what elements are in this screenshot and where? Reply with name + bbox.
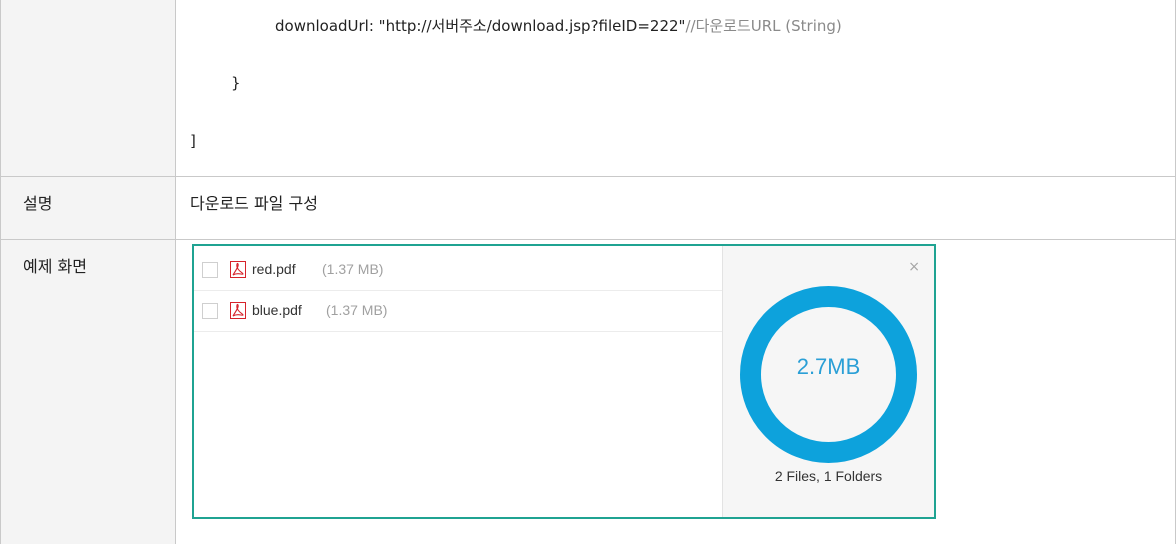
download-widget: red.pdf (1.37 MB) blue.pdf (1.37 MB) × 2… <box>192 244 936 519</box>
summary-panel: × 2.7MB 2 Files, 1 Folders <box>723 246 934 517</box>
example-label-cell: 예제 화면 <box>0 240 176 544</box>
file-size: (1.37 MB) <box>326 302 388 318</box>
code-line-download-url: downloadUrl: "http://서버주소/download.jsp?f… <box>275 15 842 36</box>
description-value-cell: 다운로드 파일 구성 <box>175 177 1176 239</box>
file-size: (1.37 MB) <box>322 261 384 277</box>
file-list-item[interactable]: blue.pdf (1.37 MB) <box>194 291 722 332</box>
code-line-close-brace: } <box>231 74 241 92</box>
file-list: red.pdf (1.37 MB) blue.pdf (1.37 MB) <box>194 246 723 517</box>
example-label: 예제 화면 <box>23 257 87 276</box>
code-text: downloadUrl: "http://서버주소/download.jsp?f… <box>275 17 686 35</box>
code-label-cell <box>0 0 176 176</box>
close-icon[interactable]: × <box>908 259 920 275</box>
code-row: downloadUrl: "http://서버주소/download.jsp?f… <box>0 0 1176 177</box>
file-name[interactable]: red.pdf <box>252 261 296 277</box>
description-row: 설명 다운로드 파일 구성 <box>0 177 1176 240</box>
code-comment: //다운로드URL (String) <box>685 17 842 35</box>
pdf-icon <box>230 261 246 278</box>
file-checkbox[interactable] <box>202 303 218 319</box>
code-value-cell: downloadUrl: "http://서버주소/download.jsp?f… <box>175 0 1176 176</box>
file-name[interactable]: blue.pdf <box>252 302 302 318</box>
description-label: 설명 <box>23 194 53 213</box>
file-folder-count: 2 Files, 1 Folders <box>774 468 883 484</box>
pdf-icon <box>230 302 246 319</box>
total-size: 2.7MB <box>796 354 861 379</box>
description-value: 다운로드 파일 구성 <box>190 194 318 213</box>
file-list-item[interactable]: red.pdf (1.37 MB) <box>194 250 722 291</box>
file-checkbox[interactable] <box>202 262 218 278</box>
description-label-cell: 설명 <box>0 177 176 239</box>
code-line-close-bracket: ] <box>190 132 196 150</box>
